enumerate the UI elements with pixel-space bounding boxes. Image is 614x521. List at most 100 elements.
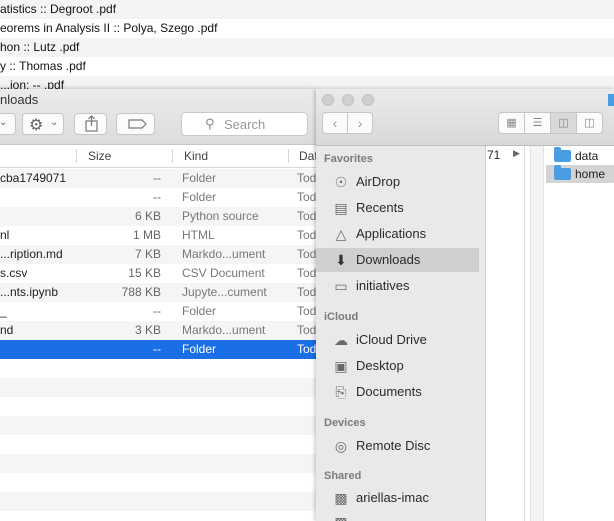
file-name: nl — [0, 228, 10, 242]
forward-button[interactable]: › — [347, 112, 373, 134]
column-date-header[interactable]: Dat — [299, 149, 316, 163]
share-button[interactable] — [74, 113, 107, 135]
sidebar-item-remote-disc[interactable]: ◎ Remote Disc — [316, 434, 479, 458]
table-row[interactable]: ...nts.ipynb 788 KB Jupyte...cument Tod — [0, 283, 316, 302]
sidebar-item-label: Documents — [356, 384, 422, 399]
table-row[interactable]: -- Folder Tod — [0, 188, 316, 207]
table-row-selected[interactable]: -- Folder Tod — [0, 340, 316, 359]
empty-row — [0, 378, 316, 397]
empty-row — [0, 359, 316, 378]
downloads-list-window: nloads ⌄ ⚙ ⌄ ⚲ Search Size Kind Dat cba1… — [0, 89, 316, 521]
column-browser: 71 ▶ data home — [486, 146, 614, 521]
sidebar-item-documents[interactable]: ⎘ Documents — [316, 380, 479, 404]
sidebar-item-icloud-drive[interactable]: ☁ iCloud Drive — [316, 328, 479, 352]
list-item[interactable]: atistics :: Degroot .pdf — [0, 0, 614, 19]
coverflow-icon: ◫ — [584, 117, 595, 129]
sidebar-item-label: Recents — [356, 200, 404, 215]
table-row[interactable]: ...ription.md 7 KB Markdo...ument Tod — [0, 245, 316, 264]
file-size: 1 MB — [132, 228, 161, 242]
minimize-button[interactable] — [342, 94, 354, 106]
search-icon: ⚲ — [205, 116, 215, 131]
back-button[interactable]: ‹ — [322, 112, 348, 134]
file-kind: HTML — [182, 228, 215, 242]
sidebar-item-label: AirDrop — [356, 174, 401, 189]
previous-column[interactable]: 71 ▶ — [486, 146, 525, 521]
file-size: 7 KB — [134, 247, 161, 261]
list-item[interactable]: eorems in Analysis II :: Polya, Szego .p… — [0, 19, 614, 38]
search-input[interactable]: ⚲ Search — [181, 112, 308, 136]
airdrop-icon: ☉ — [334, 174, 348, 190]
view-options-button[interactable]: ⌄ — [0, 113, 16, 135]
icon-view-button[interactable]: ▦ — [498, 112, 525, 134]
column-item-home[interactable]: home — [546, 165, 614, 183]
sidebar-item-desktop[interactable]: ▣ Desktop — [316, 354, 479, 378]
sidebar-item-applications[interactable]: △ Applications — [316, 222, 479, 246]
sidebar-item-label: iCloud Drive — [356, 332, 427, 347]
gallery-view-button[interactable]: ◫ — [576, 112, 603, 134]
recents-icon: ▤ — [334, 200, 348, 216]
close-button[interactable] — [322, 94, 334, 106]
columns-icon: ◫ — [558, 117, 569, 129]
action-button[interactable]: ⚙ ⌄ — [22, 113, 64, 135]
table-row[interactable]: 6 KB Python source Tod — [0, 207, 316, 226]
file-name: s.csv — [0, 266, 28, 280]
cloud-icon: ☁ — [334, 332, 348, 348]
file-date: Tod — [297, 304, 316, 318]
column-header: Size Kind Dat — [0, 145, 316, 168]
sidebar-item-label: initiatives — [356, 278, 410, 293]
window-title: nloads — [0, 92, 39, 107]
table-row[interactable]: cba1749071 -- Folder Tod — [0, 169, 316, 188]
chevron-down-icon: ⌄ — [0, 117, 8, 128]
list-item[interactable]: hon :: Lutz .pdf — [0, 38, 614, 57]
toolbar: ‹ › ▦ ☰ ◫ ◫ — [316, 89, 614, 146]
file-date: Tod — [297, 247, 316, 261]
background-file-list: atistics :: Degroot .pdf eorems in Analy… — [0, 0, 614, 95]
sidebar-item-recents[interactable]: ▤ Recents — [316, 196, 479, 220]
tag-button[interactable] — [116, 113, 155, 135]
column-item-data[interactable]: data — [546, 147, 614, 165]
column-size-header[interactable]: Size — [88, 149, 111, 163]
sidebar-item-label: Desktop — [356, 358, 404, 373]
sidebar-section-favorites: Favorites — [324, 153, 373, 165]
gear-icon: ⚙ — [29, 117, 44, 134]
table-row[interactable]: nl 1 MB HTML Tod — [0, 226, 316, 245]
column-scrollbar[interactable] — [530, 146, 544, 521]
table-row[interactable]: _ -- Folder Tod — [0, 302, 316, 321]
file-size: 788 KB — [121, 285, 161, 299]
file-date: Tod — [297, 209, 316, 223]
list-icon: ☰ — [532, 117, 543, 129]
sidebar: Favorites ☉ AirDrop ▤ Recents △ Applicat… — [316, 146, 486, 521]
list-item[interactable]: y :: Thomas .pdf — [0, 57, 614, 76]
file-name: cba1749071 — [0, 171, 67, 185]
column-view-button[interactable]: ◫ — [550, 112, 577, 134]
computer-icon: ▩ — [332, 514, 350, 521]
file-size: 15 KB — [128, 266, 161, 280]
folder-icon — [608, 94, 614, 106]
list-view-button[interactable]: ☰ — [524, 112, 551, 134]
disclosure-arrow-icon: ▶ — [513, 148, 520, 158]
file-kind: Jupyte...cument — [182, 285, 267, 299]
file-name: ...nts.ipynb — [0, 285, 59, 299]
file-size: 3 KB — [134, 323, 161, 337]
folder-icon — [554, 147, 571, 162]
finder-column-window: ‹ › ▦ ☰ ◫ ◫ Favorites ☉ AirDrop ▤ Recent… — [316, 89, 614, 521]
chevron-left-icon: ‹ — [332, 115, 338, 131]
file-date: Tod — [297, 342, 316, 356]
documents-icon: ⎘ — [335, 384, 347, 400]
file-size: -- — [153, 171, 161, 185]
sidebar-item-ariellas-imac[interactable]: ▩ ariellas-imac — [316, 486, 479, 510]
file-kind: CSV Document — [182, 266, 265, 280]
empty-row — [0, 492, 316, 511]
table-row[interactable]: s.csv 15 KB CSV Document Tod — [0, 264, 316, 283]
share-icon — [85, 115, 98, 132]
sidebar-item-shared-computer[interactable]: ▩ ... — [316, 510, 479, 521]
sidebar-item-initiatives[interactable]: ▭ initiatives — [316, 274, 479, 298]
grid-icon: ▦ — [506, 117, 517, 129]
table-row[interactable]: nd 3 KB Markdo...ument Tod — [0, 321, 316, 340]
computer-icon: ▩ — [334, 490, 348, 506]
zoom-button[interactable] — [362, 94, 374, 106]
sidebar-item-downloads[interactable]: ⬇ Downloads — [316, 248, 479, 272]
column-kind-header[interactable]: Kind — [184, 149, 208, 163]
file-name: _ — [0, 304, 7, 318]
sidebar-item-airdrop[interactable]: ☉ AirDrop — [316, 170, 479, 194]
